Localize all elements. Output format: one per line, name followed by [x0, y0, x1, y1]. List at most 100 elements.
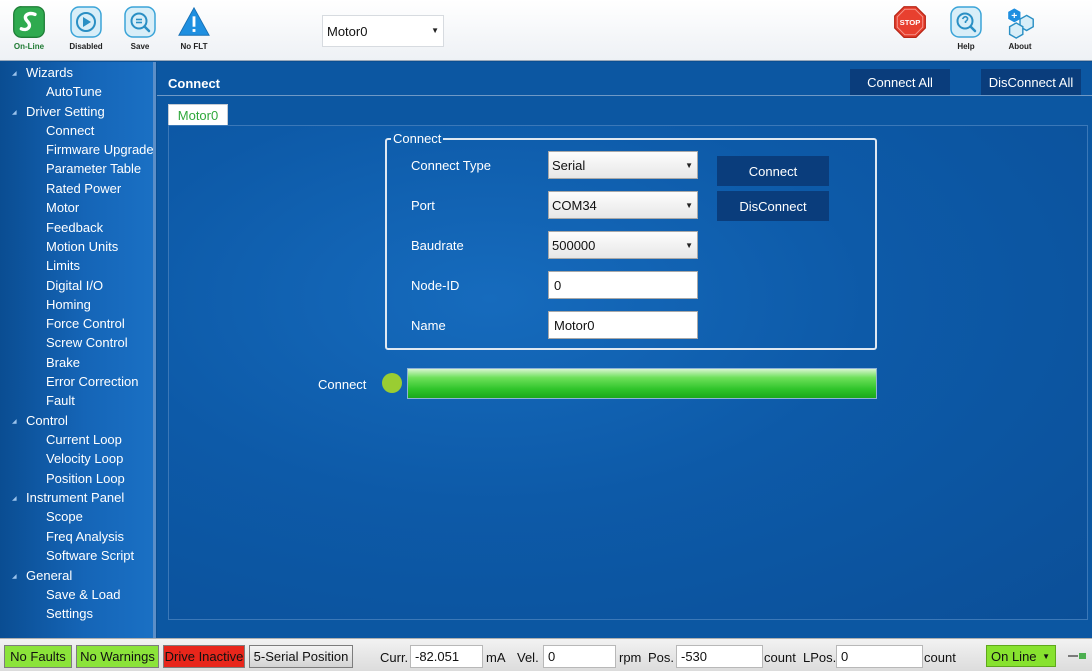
load-position-unit: count	[924, 650, 956, 665]
about-label: About	[1008, 42, 1032, 51]
page-title: Connect	[168, 76, 220, 91]
collapse-triangle-icon: ◢	[12, 574, 17, 581]
dropdown-arrow-icon: ▼	[685, 241, 693, 250]
collapse-triangle-icon: ◢	[12, 71, 17, 78]
position-value: -530	[676, 645, 763, 668]
connect-type-value: Serial	[552, 157, 586, 173]
node-id-input[interactable]: 0	[548, 271, 698, 299]
sidebar-item-feedback[interactable]: Feedback	[46, 220, 103, 235]
sidebar-item-screw-control[interactable]: Screw Control	[46, 335, 128, 350]
save-label: Save	[130, 42, 150, 51]
sidebar-group-wizards[interactable]: ◢ Wizards	[12, 65, 73, 80]
sidebar-item-settings[interactable]: Settings	[46, 606, 93, 621]
sidebar-item-motor[interactable]: Motor	[46, 200, 79, 215]
sidebar-item-parameter-table[interactable]: Parameter Table	[46, 161, 141, 176]
help-label: Help	[957, 42, 975, 51]
online-icon	[12, 4, 46, 40]
sidebar-item-current-loop[interactable]: Current Loop	[46, 432, 122, 447]
sidebar-item-software-script[interactable]: Software Script	[46, 548, 134, 563]
tab-motor0[interactable]: Motor0	[168, 104, 228, 125]
disconnect-all-button[interactable]: DisConnect All	[981, 69, 1081, 95]
sidebar-group-label: Instrument Panel	[26, 490, 125, 505]
node-id-label: Node-ID	[411, 278, 460, 293]
sidebar-item-force-control[interactable]: Force Control	[46, 316, 125, 331]
load-position-value: 0	[836, 645, 923, 668]
velocity-unit: rpm	[619, 650, 642, 665]
name-input[interactable]: Motor0	[548, 311, 698, 339]
online-state-value: On Line	[991, 648, 1037, 664]
sidebar-item-homing[interactable]: Homing	[46, 297, 91, 312]
sidebar-group-label: General	[26, 568, 73, 583]
collapse-triangle-icon: ◢	[12, 110, 17, 117]
sidebar-item-connect[interactable]: Connect	[46, 123, 94, 138]
sidebar-item-save-load[interactable]: Save & Load	[46, 587, 120, 602]
sidebar-group-label: Control	[26, 413, 68, 428]
port-select[interactable]: COM34 ▼	[548, 191, 698, 219]
dropdown-arrow-icon: ▼	[431, 26, 439, 35]
velocity-label: Vel.	[517, 650, 539, 665]
drive-inactive-indicator: Drive Inactive	[163, 645, 245, 668]
position-unit: count	[764, 650, 796, 665]
baudrate-value: 500000	[552, 237, 596, 253]
sidebar-item-error-correction[interactable]: Error Correction	[46, 374, 138, 389]
sidebar-item-autotune[interactable]: AutoTune	[46, 84, 102, 99]
main-content: Connect Connect All DisConnect All Motor…	[157, 62, 1092, 638]
online-label: On-Line	[13, 42, 45, 51]
sidebar-item-digital-io[interactable]: Digital I/O	[46, 278, 103, 293]
sidebar-item-freq-analysis[interactable]: Freq Analysis	[46, 529, 124, 544]
sidebar-item-rated-power[interactable]: Rated Power	[46, 181, 121, 196]
disconnect-button[interactable]: DisConnect	[717, 191, 829, 221]
sidebar-group-control[interactable]: ◢ Control	[12, 413, 68, 428]
title-divider	[157, 95, 1092, 96]
current-label: Curr.	[380, 650, 409, 665]
load-position-label: LPos.	[803, 650, 837, 665]
disabled-label: Disabled	[69, 42, 103, 51]
current-value: -82.051	[410, 645, 483, 668]
sidebar-item-fault[interactable]: Fault	[46, 393, 75, 408]
connect-all-button[interactable]: Connect All	[850, 69, 950, 95]
stop-button[interactable]: STOP	[884, 4, 936, 58]
connect-type-select[interactable]: Serial ▼	[548, 151, 698, 179]
connect-button[interactable]: Connect	[717, 156, 829, 186]
sidebar-group-general[interactable]: ◢ General	[12, 568, 72, 583]
sidebar-item-limits[interactable]: Limits	[46, 258, 80, 273]
port-label: Port	[411, 198, 435, 213]
motor-select[interactable]: Motor0 ▼	[322, 15, 444, 47]
no-fault-button[interactable]: No FLT	[168, 4, 220, 58]
progress-fill	[408, 369, 876, 398]
save-button[interactable]: Save	[114, 4, 166, 58]
connection-status-label: Connect	[318, 377, 367, 392]
motor-panel: Connect Connect Type Serial ▼ Port COM34…	[168, 125, 1088, 620]
sidebar-item-motion-units[interactable]: Motion Units	[46, 239, 118, 254]
no-fault-label: No FLT	[180, 42, 208, 51]
sidebar-group-instrument-panel[interactable]: ◢ Instrument Panel	[12, 490, 124, 505]
groupbox-title: Connect	[391, 131, 444, 146]
help-button[interactable]: Help	[940, 4, 992, 58]
sidebar-item-firmware-upgrade[interactable]: Firmware Upgrade	[46, 142, 154, 157]
status-led-icon	[382, 373, 402, 393]
sidebar-item-position-loop[interactable]: Position Loop	[46, 471, 125, 486]
dropdown-arrow-icon: ▼	[685, 161, 693, 170]
about-button[interactable]: + About	[994, 4, 1046, 58]
sidebar-item-scope[interactable]: Scope	[46, 509, 83, 524]
connect-groupbox: Connect Connect Type Serial ▼ Port COM34…	[385, 131, 877, 350]
help-icon	[949, 4, 983, 40]
online-button[interactable]: On-Line	[3, 4, 55, 58]
sidebar: ◢ Wizards AutoTune ◢ Driver Setting Connec…	[0, 62, 156, 638]
warning-icon	[177, 4, 211, 40]
dropdown-arrow-icon: ▼	[1042, 652, 1050, 661]
no-warnings-indicator: No Warnings	[76, 645, 159, 668]
operation-mode-indicator: 5-Serial Position	[249, 645, 353, 668]
disabled-button[interactable]: Disabled	[60, 4, 112, 58]
resize-grip-icon[interactable]	[1068, 653, 1086, 659]
velocity-value: 0	[543, 645, 616, 668]
online-state-select[interactable]: On Line ▼	[986, 645, 1056, 667]
play-circle-icon	[69, 4, 103, 40]
baudrate-select[interactable]: 500000 ▼	[548, 231, 698, 259]
name-label: Name	[411, 318, 446, 333]
port-value: COM34	[552, 197, 597, 213]
sidebar-group-driver-setting[interactable]: ◢ Driver Setting	[12, 104, 105, 119]
baudrate-label: Baudrate	[411, 238, 464, 253]
sidebar-item-velocity-loop[interactable]: Velocity Loop	[46, 451, 123, 466]
sidebar-item-brake[interactable]: Brake	[46, 355, 80, 370]
